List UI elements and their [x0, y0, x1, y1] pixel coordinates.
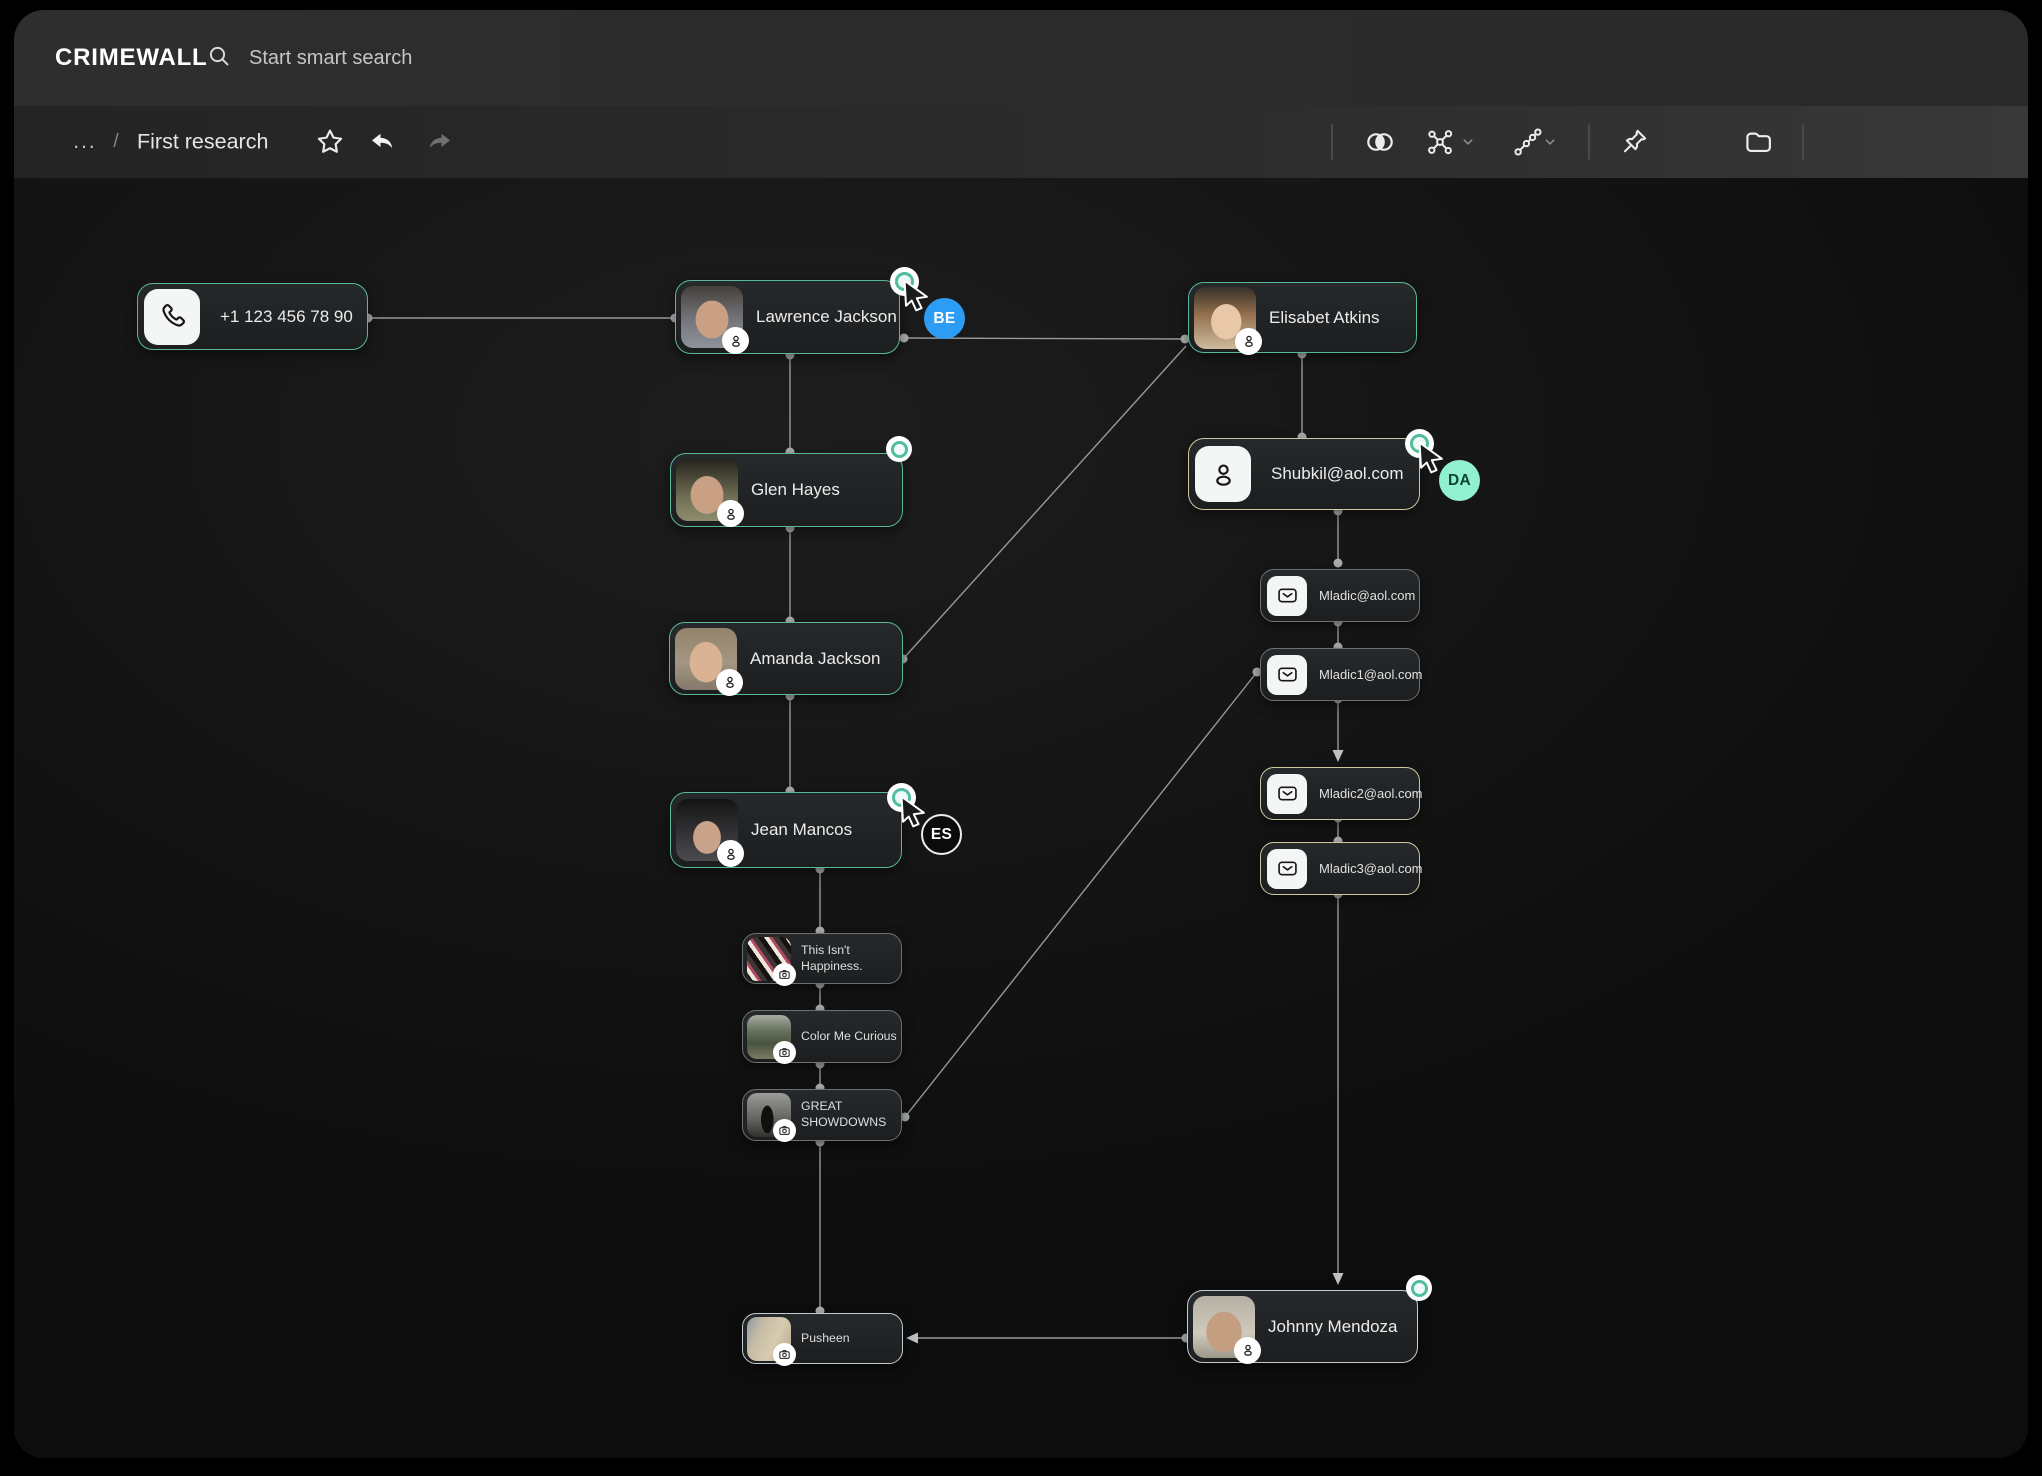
- person-badge-icon: [716, 669, 743, 696]
- phone-icon: [144, 289, 200, 345]
- node-label: +1 123 456 78 90: [220, 307, 353, 327]
- graph-node-img-great-showdowns[interactable]: GREAT SHOWDOWNS: [742, 1089, 902, 1141]
- graph-node-img-this-isnt-happiness[interactable]: This Isn't Happiness.: [742, 933, 902, 984]
- graph-node-shubkil-account[interactable]: Shubkil@aol.com: [1188, 438, 1420, 510]
- graph-node-elisabet-atkins[interactable]: Elisabet Atkins: [1188, 282, 1417, 353]
- node-label: GREAT SHOWDOWNS: [801, 1099, 901, 1131]
- node-label: Lawrence Jackson: [756, 307, 897, 327]
- pin-icon[interactable]: [1619, 127, 1650, 158]
- avatar: [1194, 287, 1256, 349]
- app-window: CRIMEWALL Start smart search ... / First…: [14, 10, 2028, 1458]
- person-badge-icon: [1235, 328, 1262, 355]
- image-badge-icon: [773, 963, 796, 986]
- node-label: Jean Mancos: [751, 820, 852, 840]
- undo-icon[interactable]: [368, 127, 398, 157]
- avatar: [681, 286, 743, 348]
- breadcrumb-separator: /: [113, 131, 118, 153]
- graph-node-email-mladic[interactable]: Mladic@aol.com: [1260, 569, 1420, 622]
- node-label: Pusheen: [801, 1331, 854, 1347]
- smart-search[interactable]: Start smart search: [206, 10, 412, 106]
- canvas-toolbar: ... / First research: [14, 106, 2028, 178]
- chevron-down-icon[interactable]: [1462, 136, 1475, 149]
- avatar: [1193, 1296, 1255, 1358]
- favorite-star-icon[interactable]: [315, 127, 345, 157]
- blend-circles-icon[interactable]: [1364, 126, 1397, 159]
- person-badge-icon: [717, 500, 744, 527]
- graph-node-jean-mancos[interactable]: Jean Mancos: [670, 792, 902, 868]
- avatar: [675, 628, 737, 690]
- graph-node-email-mladic1[interactable]: Mladic1@aol.com: [1260, 648, 1420, 701]
- node-label: Color Me Curious: [801, 1029, 901, 1045]
- graph-canvas[interactable]: [14, 178, 2028, 1458]
- node-label: Glen Hayes: [751, 480, 840, 500]
- person-badge-icon: [717, 840, 744, 867]
- node-label: Mladic@aol.com: [1319, 588, 1415, 603]
- mail-icon: [1267, 655, 1307, 695]
- chevron-down-icon[interactable]: [1544, 136, 1557, 149]
- mail-icon: [1267, 774, 1307, 814]
- image-badge-icon: [773, 1041, 796, 1064]
- person-icon: [1195, 446, 1251, 502]
- graph-node-img-color-me-curious[interactable]: Color Me Curious: [742, 1010, 902, 1063]
- graph-node-email-mladic3[interactable]: Mladic3@aol.com: [1260, 842, 1420, 895]
- person-badge-icon: [1234, 1337, 1261, 1364]
- thumbnail: [747, 937, 791, 981]
- toolbar-divider: [1588, 124, 1590, 160]
- top-bar: CRIMEWALL Start smart search: [14, 10, 2028, 106]
- node-label: Elisabet Atkins: [1269, 308, 1380, 328]
- image-badge-icon: [773, 1343, 796, 1366]
- image-badge-icon: [773, 1119, 796, 1142]
- thumbnail: [747, 1093, 791, 1137]
- graph-node-lawrence-jackson[interactable]: Lawrence Jackson: [675, 280, 900, 354]
- person-badge-icon: [722, 327, 749, 354]
- node-label: Shubkil@aol.com: [1271, 464, 1404, 484]
- thumbnail: [747, 1015, 791, 1059]
- app-logo: CRIMEWALL: [55, 44, 208, 72]
- page-title[interactable]: First research: [137, 130, 268, 155]
- node-label: This Isn't Happiness.: [801, 943, 901, 975]
- mail-icon: [1267, 849, 1307, 889]
- graph-node-img-pusheen[interactable]: Pusheen: [742, 1313, 903, 1364]
- node-label: Amanda Jackson: [750, 649, 880, 669]
- redo-icon[interactable]: [424, 127, 454, 157]
- node-label: Johnny Mendoza: [1268, 1317, 1397, 1337]
- search-placeholder: Start smart search: [249, 47, 412, 70]
- toolbar-divider: [1802, 124, 1804, 160]
- graph-node-glen-hayes[interactable]: Glen Hayes: [670, 453, 903, 527]
- path-layout-icon[interactable]: [1512, 126, 1544, 158]
- mail-icon: [1267, 576, 1307, 616]
- search-icon: [206, 43, 232, 74]
- folder-icon[interactable]: [1743, 127, 1774, 158]
- toolbar-divider: [1331, 124, 1333, 160]
- node-label: Mladic2@aol.com: [1319, 786, 1423, 801]
- graph-node-phone-1[interactable]: +1 123 456 78 90: [137, 283, 368, 350]
- graph-node-email-mladic2[interactable]: Mladic2@aol.com: [1260, 767, 1420, 820]
- node-label: Mladic3@aol.com: [1319, 861, 1423, 876]
- graph-node-amanda-jackson[interactable]: Amanda Jackson: [669, 622, 903, 695]
- breadcrumb-more-button[interactable]: ...: [73, 130, 97, 154]
- node-label: Mladic1@aol.com: [1319, 667, 1423, 682]
- avatar: [676, 799, 738, 861]
- avatar: [676, 459, 738, 521]
- thumbnail: [747, 1317, 791, 1361]
- graph-node-johnny-mendoza[interactable]: Johnny Mendoza: [1187, 1290, 1418, 1363]
- graph-layout-icon[interactable]: [1424, 126, 1456, 158]
